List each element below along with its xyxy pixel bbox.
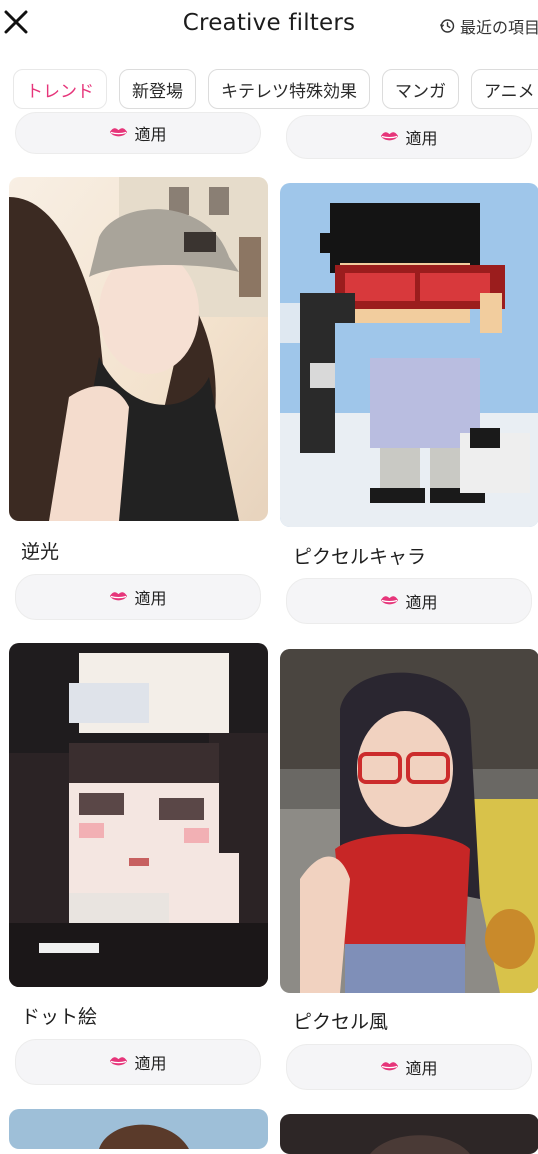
apply-label: 適用 (405, 593, 438, 612)
apply-button[interactable]: 適用 (286, 578, 532, 624)
filter-title: ピクセル風 (293, 1011, 389, 1033)
lips-icon (381, 596, 399, 605)
tab-manga[interactable]: マンガ (382, 69, 459, 109)
lips-icon (381, 132, 399, 141)
category-tabs: トレンド 新登場 キテレツ特殊効果 マンガ アニメ (13, 69, 538, 111)
recent-items-button[interactable]: 最近の項目 (439, 14, 538, 38)
filter-title: ピクセルキャラ (293, 546, 427, 568)
apply-label: 適用 (405, 1059, 438, 1078)
apply-button[interactable]: 適用 (15, 574, 261, 620)
history-icon (439, 19, 455, 33)
apply-button[interactable]: 適用 (15, 112, 261, 154)
filter-title: ドット絵 (21, 1006, 98, 1028)
filter-thumbnail-backlight[interactable] (9, 177, 268, 521)
apply-label: 適用 (134, 589, 167, 608)
apply-label: 適用 (405, 129, 438, 148)
apply-label: 適用 (134, 125, 167, 144)
top-bar: Creative filters 最近の項目 (0, 0, 538, 52)
filter-thumbnail-pixel-character[interactable] (280, 183, 538, 527)
lips-icon (110, 592, 128, 601)
recent-items-label: 最近の項目 (459, 18, 538, 37)
lips-icon (110, 1057, 128, 1066)
apply-label: 適用 (134, 1054, 167, 1073)
tab-trend[interactable]: トレンド (13, 69, 107, 109)
lips-icon (110, 128, 128, 137)
apply-button[interactable]: 適用 (286, 1044, 532, 1090)
apply-button[interactable]: 適用 (15, 1039, 261, 1085)
tab-anime[interactable]: アニメ (471, 69, 538, 109)
apply-button[interactable]: 適用 (286, 115, 532, 159)
filter-thumbnail-pixel-style[interactable] (280, 649, 538, 993)
filter-title: 逆光 (21, 541, 60, 563)
filter-thumbnail-dot-art[interactable] (9, 643, 268, 987)
filter-thumbnail[interactable] (9, 1109, 268, 1149)
filter-thumbnail[interactable] (280, 1114, 538, 1154)
lips-icon (381, 1062, 399, 1071)
tab-weird-effects[interactable]: キテレツ特殊効果 (208, 69, 370, 109)
tab-new[interactable]: 新登場 (119, 69, 196, 109)
